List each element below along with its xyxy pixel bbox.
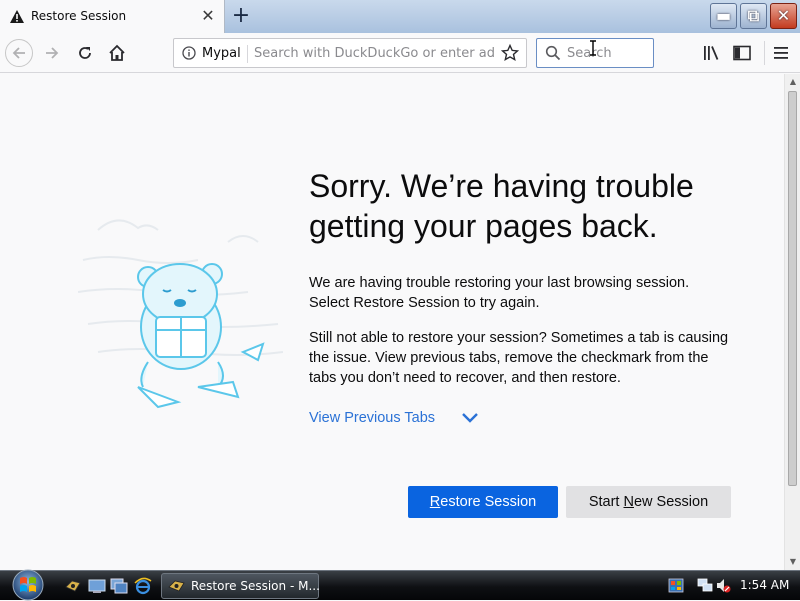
home-icon xyxy=(109,44,125,61)
close-window-button[interactable]: ✕ xyxy=(770,3,797,29)
chevron-down-icon[interactable] xyxy=(461,411,479,425)
page-content: Sorry. We’re having trouble getting your… xyxy=(0,74,784,570)
restore-access-key: R xyxy=(429,494,441,510)
internet-explorer-icon[interactable] xyxy=(134,577,152,595)
search-input[interactable] xyxy=(567,44,647,62)
taskbar-item-label: Restore Session - M... xyxy=(191,579,320,593)
tab-title: Restore Session xyxy=(31,9,127,23)
restore-label-rest: estore Session xyxy=(440,494,537,510)
minimize-icon: ▬ xyxy=(715,6,732,25)
sad-bear-illustration xyxy=(78,219,283,409)
menu-button[interactable] xyxy=(767,39,795,67)
network-icon[interactable] xyxy=(697,577,713,594)
mypal-app-icon xyxy=(168,580,185,592)
tray-flag-icon[interactable] xyxy=(668,577,684,594)
tab-restore-session[interactable]: Restore Session ✕ xyxy=(0,0,225,33)
navigation-toolbar: Mypal xyxy=(0,33,800,73)
start-new-session-button[interactable]: Start New Session xyxy=(566,486,731,518)
hamburger-menu-icon xyxy=(774,47,788,59)
url-divider xyxy=(247,45,248,63)
view-previous-tabs-link[interactable]: View Previous Tabs xyxy=(309,410,435,426)
home-button[interactable] xyxy=(103,39,131,67)
maximize-button[interactable]: ⧉ xyxy=(740,3,767,29)
clock[interactable]: 1:54 AM xyxy=(740,578,789,592)
restore-explanation: We are having trouble restoring your las… xyxy=(309,275,690,311)
sidebar-icon xyxy=(733,45,751,61)
switch-windows-icon[interactable] xyxy=(110,577,128,595)
scroll-up-icon[interactable]: ▲ xyxy=(785,74,800,90)
new-tab-button[interactable]: + xyxy=(229,5,253,27)
text-cursor-icon xyxy=(590,40,596,56)
warning-icon xyxy=(10,10,24,23)
scroll-down-icon[interactable]: ▼ xyxy=(785,554,800,570)
url-input[interactable] xyxy=(254,43,494,63)
windows-start-icon[interactable] xyxy=(8,567,48,601)
tab-strip: Restore Session ✕ + ▬ ⧉ ✕ xyxy=(0,0,800,33)
toolbar-divider xyxy=(764,41,765,65)
close-icon: ✕ xyxy=(776,6,791,25)
url-bar[interactable]: Mypal xyxy=(173,38,527,68)
reload-icon xyxy=(79,47,91,59)
library-button[interactable] xyxy=(697,39,725,67)
forward-button[interactable] xyxy=(38,39,66,67)
windows-taskbar: Restore Session - M... 1:54 AM xyxy=(0,567,800,601)
star-icon[interactable] xyxy=(501,44,519,62)
volume-muted-icon[interactable] xyxy=(715,577,731,594)
reload-button[interactable] xyxy=(71,39,99,67)
show-desktop-icon[interactable] xyxy=(88,577,106,595)
vertical-scrollbar[interactable]: ▲ ▼ xyxy=(784,74,800,570)
new-session-label-end: ew Session xyxy=(633,494,709,510)
taskbar-item-mypal[interactable]: Restore Session - M... xyxy=(161,573,320,599)
mypal-quicklaunch-icon[interactable] xyxy=(64,577,82,595)
restore-help-text: Still not able to restore your session? … xyxy=(309,330,729,386)
tab-close-icon[interactable]: ✕ xyxy=(199,7,217,25)
library-icon xyxy=(704,46,719,60)
browser-window: Restore Session ✕ + ▬ ⧉ ✕ Mypal Search w… xyxy=(0,0,800,570)
new-session-access-key: N xyxy=(623,494,634,510)
minimize-button[interactable]: ▬ xyxy=(710,3,737,29)
back-button[interactable] xyxy=(5,39,33,67)
new-session-label-start: Start xyxy=(588,494,624,510)
search-icon xyxy=(545,45,561,61)
scrollbar-thumb[interactable] xyxy=(788,91,797,486)
info-icon[interactable] xyxy=(182,46,196,60)
maximize-icon: ⧉ xyxy=(747,6,760,25)
sidebar-button[interactable] xyxy=(728,39,756,67)
page-title: Sorry. We’re having trouble getting your… xyxy=(309,168,694,244)
site-identity-label[interactable]: Mypal xyxy=(202,46,241,61)
back-arrow-icon xyxy=(12,47,25,59)
forward-arrow-icon xyxy=(46,47,59,59)
restore-session-button[interactable]: Restore Session xyxy=(408,486,558,518)
